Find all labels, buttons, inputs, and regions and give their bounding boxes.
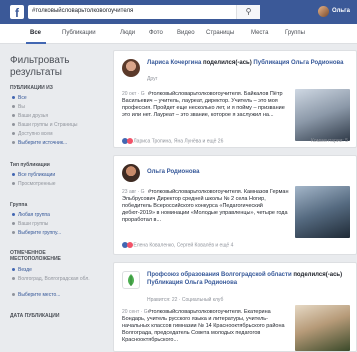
reaction-summary[interactable]: Елена Коваленко, Сергей Ковалёв и ещё 4 (122, 242, 233, 248)
tab-places[interactable]: Места (251, 30, 268, 36)
post-text: #толковыйсловарьтолковогоучителя. Камназ… (122, 189, 289, 223)
post-header: Лариса Кочергина поделился(-ась) Публика… (147, 60, 344, 66)
filter-choose-place[interactable]: Выберите место... (12, 292, 60, 298)
avatar (318, 6, 329, 17)
filter-option[interactable]: Просмотренные (12, 181, 56, 187)
tab-photos[interactable]: Фото (149, 30, 163, 36)
post-header: Ольга Родионова (147, 168, 347, 176)
filter-choose-source[interactable]: Выберите источник... (12, 140, 67, 146)
author-link[interactable]: Ольга Родионова (147, 169, 199, 175)
top-bar: f #толковыйсловарьтолковогоучителя ⚲ Оль… (0, 0, 357, 24)
post-image[interactable] (295, 305, 350, 351)
filter-option[interactable]: Ваши группы (12, 221, 48, 227)
search-button[interactable]: ⚲ (236, 5, 260, 19)
post-header: Профсоюз образования Волгоградской облас… (147, 272, 343, 286)
filter-post-type-heading: Тип публикации (10, 162, 50, 168)
post-image[interactable] (295, 89, 350, 141)
filter-group-heading: Группа (10, 202, 28, 208)
tab-people[interactable]: Люди (120, 30, 135, 36)
author-link[interactable]: Профсоюз образования Волгоградской облас… (147, 272, 292, 278)
filter-date-heading: ДАТА ПУБЛИКАЦИИ (10, 313, 60, 319)
tab-videos[interactable]: Видео (177, 30, 195, 36)
tab-all[interactable]: Все (30, 30, 41, 36)
post-text: #толковыйсловарьтолковогоучителя. Байкал… (122, 91, 285, 118)
leaf-icon (128, 274, 134, 286)
search-results: Лариса Кочергина поделился(-ась) Публика… (113, 45, 357, 352)
filter-option[interactable]: Вы (12, 104, 25, 110)
filter-option[interactable]: Ваши группы и Страницы (12, 122, 77, 128)
post-text: #толковыйсловарьтолковогоучителя. Екатер… (122, 309, 285, 343)
filter-choose-group[interactable]: Выберите группу... (12, 230, 61, 236)
comments-count[interactable]: Комментарии: 5 (311, 138, 348, 144)
filter-posts-from-heading: ПУБЛИКАЦИИ ИЗ (10, 85, 53, 91)
filter-title: Фильтровать результаты (10, 55, 70, 78)
filter-sidebar: Фильтровать результаты ПУБЛИКАЦИИ ИЗ Все… (0, 45, 108, 349)
search-input[interactable]: #толковыйсловарьтолковогоучителя ⚲ (28, 5, 260, 19)
filter-option[interactable]: Все публикации (12, 172, 55, 178)
organization-logo[interactable] (122, 271, 140, 289)
avatar[interactable] (122, 164, 140, 182)
post-link[interactable]: Публикация (253, 60, 289, 66)
facebook-logo-icon[interactable]: f (10, 5, 24, 20)
post-card: Лариса Кочергина поделился(-ась) Публика… (113, 50, 357, 148)
filter-option[interactable]: Волгоград, Волгоградская обл. (12, 276, 92, 282)
filter-option[interactable]: Ваши друзья (12, 113, 48, 119)
post-meta: Друг (147, 76, 158, 82)
tab-posts[interactable]: Публикации (62, 30, 96, 36)
search-query[interactable]: #толковыйсловарьтолковогоучителя (32, 8, 133, 14)
avatar[interactable] (122, 59, 140, 77)
post-card: Профсоюз образования Волгоградской облас… (113, 262, 357, 352)
post-meta: Нравится: 22 · Социальный клуб (147, 297, 224, 303)
search-tabs: Все Публикации Люди Фото Видео Страницы … (0, 24, 357, 44)
filter-location-heading: ОТМЕЧЕННОЕ МЕСТОПОЛОЖЕНИЕ (10, 250, 61, 262)
target-link[interactable]: Ольга Родионова (185, 280, 237, 286)
filter-option[interactable]: Все (12, 95, 27, 101)
author-link[interactable]: Лариса Кочергина (147, 60, 201, 66)
filter-option[interactable]: Везде (12, 267, 32, 273)
target-link[interactable]: Ольга Родионова (291, 60, 343, 66)
tab-groups[interactable]: Группы (285, 30, 305, 36)
post-link[interactable]: Публикация (147, 280, 183, 286)
post-card: Ольга Родионова 23 авг · G #толковыйслов… (113, 155, 357, 255)
reaction-summary[interactable]: Лариса Тропина, Яна Лунёва и ещё 26 (122, 138, 223, 144)
active-tab-indicator (26, 42, 46, 44)
search-icon: ⚲ (245, 7, 252, 16)
post-image[interactable] (295, 186, 350, 238)
filter-option[interactable]: Доступно всем (12, 131, 53, 137)
user-name: Ольга (332, 8, 350, 14)
filter-option[interactable]: Любая группа (12, 212, 50, 218)
tab-pages[interactable]: Страницы (206, 30, 234, 36)
